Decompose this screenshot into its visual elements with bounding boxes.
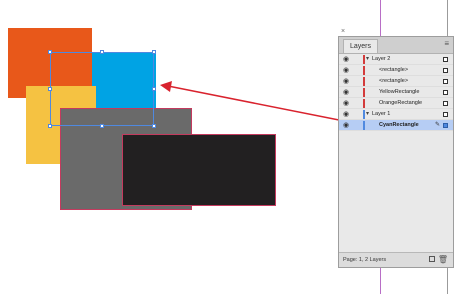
arrow-head: [160, 81, 172, 92]
selection-square-icon[interactable]: [443, 79, 448, 84]
layer-item-row[interactable]: ◉ OrangeRectangle: [339, 98, 453, 109]
layer-label: <rectangle>: [379, 78, 409, 84]
layer-color-swatch: [363, 55, 365, 64]
layer-item-row[interactable]: ◉ <rectangle>: [339, 76, 453, 87]
eye-icon[interactable]: ◉: [343, 55, 349, 64]
layer-label: OrangeRectangle: [379, 100, 423, 106]
layer-row[interactable]: ◉ ▾ Layer 1: [339, 109, 453, 120]
selection-square-icon[interactable]: [443, 112, 448, 117]
selection-square-icon[interactable]: [443, 90, 448, 95]
layer-item-row[interactable]: ◉ YellowRectangle: [339, 87, 453, 98]
layer-label: <rectangle>: [379, 67, 409, 73]
pen-icon: ✎: [434, 122, 440, 128]
layer-color-swatch: [363, 77, 365, 86]
chevron-down-icon[interactable]: ▾: [366, 54, 369, 65]
eye-icon[interactable]: ◉: [343, 77, 349, 86]
layer-label: CyanRectangle: [379, 122, 419, 128]
selection-square-icon[interactable]: [443, 123, 448, 128]
layer-item-row[interactable]: ◉ CyanRectangle ✎: [339, 120, 453, 131]
panel-menu-icon[interactable]: ≡: [444, 40, 449, 48]
panel-tab-bar: Layers ≡: [339, 37, 453, 54]
tab-layers[interactable]: Layers: [343, 39, 379, 53]
eye-icon[interactable]: ◉: [343, 121, 349, 130]
layer-color-swatch: [363, 66, 365, 75]
new-layer-icon[interactable]: [429, 256, 435, 262]
selection-square-icon[interactable]: [443, 57, 448, 62]
eye-icon[interactable]: ◉: [343, 66, 349, 75]
eye-icon[interactable]: ◉: [343, 110, 349, 119]
panel-footer: Page: 1, 2 Layers 🗑: [339, 252, 453, 267]
arrow-line: [167, 85, 345, 122]
selection-square-icon[interactable]: [443, 101, 448, 106]
layer-label: YellowRectangle: [379, 89, 420, 95]
layer-color-swatch: [363, 110, 365, 119]
page-layer-count: Page: 1, 2 Layers: [343, 257, 387, 263]
layer-color-swatch: [363, 121, 365, 130]
eye-icon[interactable]: ◉: [343, 99, 349, 108]
layer-label: Layer 2: [372, 56, 391, 62]
layer-item-row[interactable]: ◉ <rectangle>: [339, 65, 453, 76]
layer-row[interactable]: ◉ ▾ Layer 2: [339, 54, 453, 65]
eye-icon[interactable]: ◉: [343, 88, 349, 97]
close-icon[interactable]: ×: [341, 28, 345, 35]
layers-panel: Layers ≡ × ◉ ▾ Layer 2 ◉ <rectangle> ◉ <rectan…: [338, 28, 454, 268]
layer-color-swatch: [363, 88, 365, 97]
layer-label: Layer 1: [372, 111, 391, 117]
selection-square-icon[interactable]: [443, 68, 448, 73]
chevron-down-icon[interactable]: ▾: [366, 109, 369, 120]
layer-color-swatch: [363, 99, 365, 108]
trash-icon[interactable]: 🗑: [438, 253, 448, 267]
